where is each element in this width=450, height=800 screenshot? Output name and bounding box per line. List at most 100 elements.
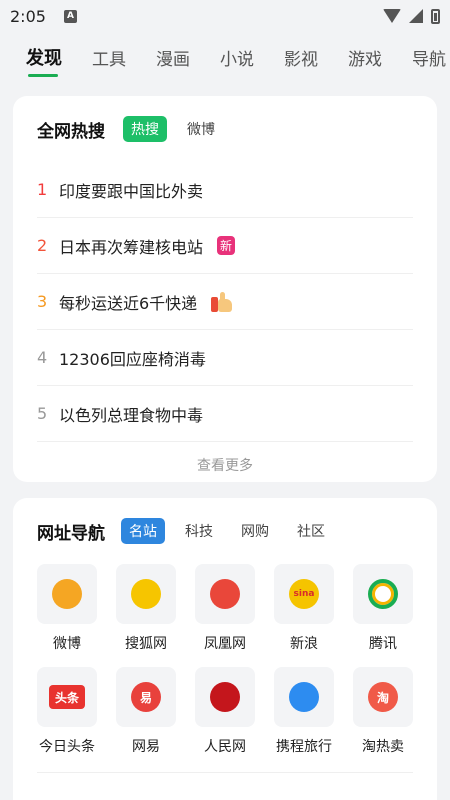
tab-label: 导航 <box>412 49 446 70</box>
people-icon <box>210 682 240 712</box>
hot-search-list: 1 印度要跟中国比外卖 2 日本再次筹建核电站 新 3 每秒运送近6千快递 4 … <box>13 162 437 442</box>
netease-icon: 易 <box>131 682 161 712</box>
wifi-icon <box>383 9 401 23</box>
site-tile: 淘 <box>353 667 413 727</box>
hot-item[interactable]: 4 12306回应座椅消毒 <box>37 330 413 386</box>
new-badge: 新 <box>217 236 236 255</box>
tab-novels[interactable]: 小说 <box>205 32 269 82</box>
hot-rank: 1 <box>37 180 48 199</box>
site-link-toutiao[interactable]: 头条 今日头条 <box>37 667 97 756</box>
tab-discover[interactable]: 发现 <box>0 32 77 82</box>
hot-text: 以色列总理食物中毒 <box>59 405 204 425</box>
chip-hot-search[interactable]: 热搜 <box>123 116 167 142</box>
site-label: 人民网 <box>204 739 246 755</box>
hot-text: 每秒运送近6千快递 <box>59 293 198 313</box>
signal-icon <box>409 9 423 23</box>
tab-label: 小说 <box>220 49 254 70</box>
ctrip-icon <box>289 682 319 712</box>
hot-item[interactable]: 5 以色列总理食物中毒 <box>37 386 413 442</box>
thumbs-up-icon <box>211 291 233 312</box>
status-icons <box>383 8 440 24</box>
tab-comics[interactable]: 漫画 <box>141 32 205 82</box>
tab-label: 发现 <box>26 48 62 69</box>
taobao-icon: 淘 <box>368 682 398 712</box>
hot-rank: 2 <box>37 236 48 255</box>
sina-icon: sina <box>289 579 319 609</box>
site-tile <box>116 564 176 624</box>
site-link-tencent[interactable]: 腾讯 <box>353 564 413 653</box>
sohu-icon <box>131 579 161 609</box>
weibo-icon <box>52 579 82 609</box>
site-nav-header: 网址导航 名站 科技 网购 社区 <box>13 498 437 564</box>
site-tile <box>274 667 334 727</box>
site-tile: sina <box>274 564 334 624</box>
tencent-icon <box>368 579 398 609</box>
site-label: 今日头条 <box>39 739 95 755</box>
notification-icon: A <box>63 9 77 23</box>
site-link-netease[interactable]: 易网易 <box>116 667 176 756</box>
site-link-ctrip[interactable]: 携程旅行 <box>274 667 334 756</box>
chip-shopping[interactable]: 网购 <box>233 518 277 544</box>
hot-item[interactable]: 3 每秒运送近6千快递 <box>37 274 413 330</box>
site-grid: 微博 搜狐网 凤凰网 sina 新浪 腾讯 头条 今日头条易网易 人民网 携程旅行淘淘热卖 <box>13 564 437 756</box>
tab-videos[interactable]: 影视 <box>269 32 333 82</box>
hot-text: 日本再次筹建核电站 <box>59 237 204 257</box>
site-tile: 易 <box>116 667 176 727</box>
site-link-sina[interactable]: sina 新浪 <box>274 564 334 653</box>
site-nav-card: 网址导航 名站 科技 网购 社区 微博 搜狐网 凤凰网 sina 新浪 腾讯 头条 今日头条易… <box>13 498 437 800</box>
site-tile <box>37 564 97 624</box>
hot-item[interactable]: 1 印度要跟中国比外卖 <box>37 162 413 218</box>
site-label: 凤凰网 <box>204 636 246 652</box>
site-tile <box>353 564 413 624</box>
site-nav-title: 网址导航 <box>37 523 105 544</box>
hot-search-card: 全网热搜 热搜 微博 1 印度要跟中国比外卖 2 日本再次筹建核电站 新 3 每… <box>13 96 437 482</box>
battery-icon <box>431 8 440 24</box>
site-tile <box>195 564 255 624</box>
hot-text: 12306回应座椅消毒 <box>59 349 206 369</box>
status-time: 2:05 <box>10 6 46 26</box>
top-tabs: 发现 工具 漫画 小说 影视 游戏 导航 <box>0 32 450 82</box>
hot-search-title: 全网热搜 <box>37 121 105 142</box>
logo-text: 易 <box>139 690 152 705</box>
tab-games[interactable]: 游戏 <box>333 32 397 82</box>
divider <box>37 772 413 773</box>
site-label: 淘热卖 <box>362 739 404 755</box>
site-link-sohu[interactable]: 搜狐网 <box>116 564 176 653</box>
tab-tools[interactable]: 工具 <box>77 32 141 82</box>
site-label: 携程旅行 <box>276 739 332 755</box>
tab-active-indicator <box>28 74 58 77</box>
logo-text: sina <box>293 589 315 599</box>
chip-famous-sites[interactable]: 名站 <box>121 518 165 544</box>
chip-weibo[interactable]: 微博 <box>179 116 223 142</box>
logo-text: 头条 <box>54 690 79 705</box>
toutiao-icon: 头条 <box>49 685 85 709</box>
hot-see-more-link[interactable]: 查看更多 <box>13 442 437 490</box>
site-label: 搜狐网 <box>125 636 167 652</box>
chip-community[interactable]: 社区 <box>289 518 333 544</box>
hot-text: 印度要跟中国比外卖 <box>59 181 204 201</box>
site-link-people[interactable]: 人民网 <box>195 667 255 756</box>
site-label: 腾讯 <box>369 636 397 652</box>
hot-rank: 5 <box>37 404 48 423</box>
site-label: 新浪 <box>290 636 318 652</box>
tab-label: 漫画 <box>156 49 190 70</box>
site-link-ifeng[interactable]: 凤凰网 <box>195 564 255 653</box>
logo-text: 淘 <box>376 690 389 705</box>
site-label: 网易 <box>132 739 160 755</box>
hot-rank: 4 <box>37 348 48 367</box>
site-tile: 头条 <box>37 667 97 727</box>
hot-search-header: 全网热搜 热搜 微博 <box>13 96 437 162</box>
status-bar: 2:05 A <box>0 0 450 32</box>
chip-tech[interactable]: 科技 <box>177 518 221 544</box>
tab-label: 影视 <box>284 49 318 70</box>
hot-rank: 3 <box>37 292 48 311</box>
site-link-taobao[interactable]: 淘淘热卖 <box>353 667 413 756</box>
tab-navigation[interactable]: 导航 <box>397 32 450 82</box>
site-tile <box>195 667 255 727</box>
tab-label: 工具 <box>92 49 126 70</box>
site-label: 微博 <box>53 636 81 652</box>
hot-item[interactable]: 2 日本再次筹建核电站 新 <box>37 218 413 274</box>
tab-label: 游戏 <box>348 49 382 70</box>
ifeng-icon <box>210 579 240 609</box>
site-link-weibo[interactable]: 微博 <box>37 564 97 653</box>
